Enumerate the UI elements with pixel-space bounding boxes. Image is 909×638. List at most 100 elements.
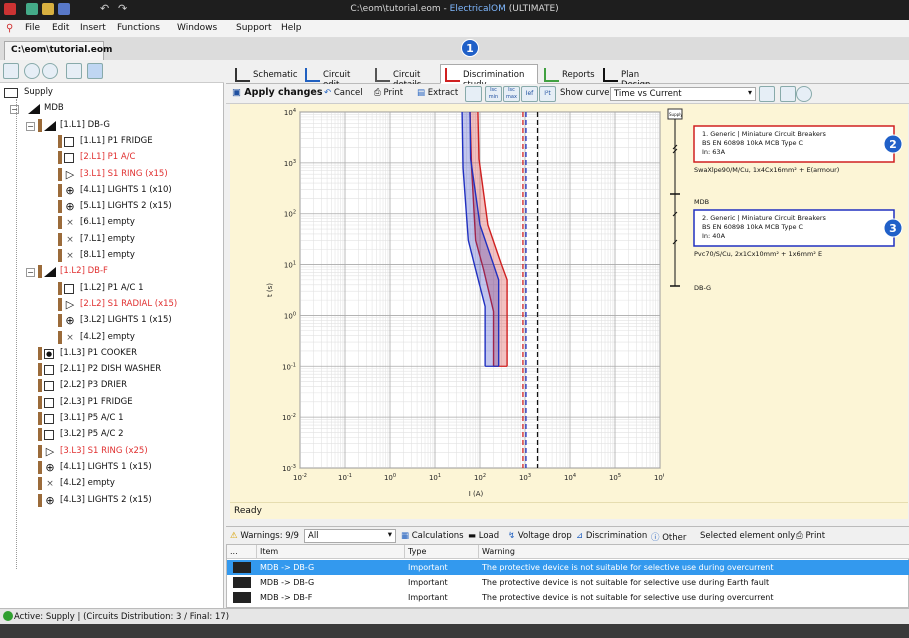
collapse-toggle[interactable]: − <box>26 268 35 278</box>
tree-node[interactable]: ▷ [3.L3] S1 RING (x25) <box>0 444 223 460</box>
switch-icon <box>38 395 42 409</box>
tree-node[interactable]: [1.L1] P1 FRIDGE <box>0 134 223 150</box>
ief-button[interactable]: Ief <box>521 86 538 102</box>
tab-circuit-details[interactable]: Circuit details <box>370 64 438 90</box>
other-filter[interactable]: ⓘ Other <box>651 531 686 543</box>
tree-node[interactable]: ⊕ [4.L1] LIGHTS 1 (x10) <box>0 183 223 199</box>
tab-schematic[interactable]: Schematic <box>230 64 298 84</box>
device-2-type: 2. Generic | Miniature Circuit Breakers <box>702 214 827 222</box>
column-header[interactable]: ... <box>227 545 257 559</box>
socket-icon: ▷ <box>45 444 55 458</box>
app-menu-icon[interactable]: ⚲ <box>6 23 13 34</box>
tab-circuit-edit[interactable]: Circuit edit <box>300 64 368 90</box>
tree-node[interactable]: ▷ [3.L1] S1 RING (x15) <box>0 167 223 183</box>
x-tick-label: 104 <box>564 473 576 482</box>
tree-node[interactable]: [1.L2] P1 A/C 1 <box>0 281 223 297</box>
load-filter[interactable]: ▬ Load <box>468 531 499 541</box>
extract-button[interactable]: ▤ Extract <box>417 88 458 98</box>
tab-reports[interactable]: Reports <box>539 64 597 84</box>
board-icon <box>233 562 251 573</box>
tree-node[interactable]: × [4.L2] empty <box>0 476 223 492</box>
zoom-icon[interactable] <box>796 86 812 102</box>
table-row[interactable]: MDB -> DB-F Important The protective dev… <box>227 590 909 605</box>
tree-node[interactable]: ⊕ [5.L1] LIGHTS 2 (x15) <box>0 199 223 215</box>
menu-functions[interactable]: Functions <box>117 23 160 33</box>
switch-icon <box>38 460 42 474</box>
tree-node[interactable]: [2.L1] P2 DISH WASHER <box>0 362 223 378</box>
tab-discrimination-study[interactable]: Discrimination study <box>440 64 538 90</box>
tree-node[interactable]: − [1.L2] DB-F <box>0 264 223 280</box>
column-header[interactable]: Item <box>257 545 405 559</box>
i2t-button[interactable]: I²t <box>539 86 556 102</box>
tree-node[interactable]: − MDB <box>0 101 223 117</box>
show-curve-select[interactable]: Time vs Current ▾ <box>610 87 756 101</box>
tree-node[interactable]: [2.L2] P3 DRIER <box>0 378 223 394</box>
swap-icon[interactable] <box>66 63 82 79</box>
settings-diamond-icon[interactable] <box>465 86 482 102</box>
warnings-toggle[interactable]: ⚠ Warnings: 9/9 <box>230 531 299 541</box>
grid-icon[interactable] <box>759 86 775 102</box>
tree-node[interactable]: [2.L3] P1 FRIDGE <box>0 395 223 411</box>
display-mode-icon[interactable] <box>87 63 103 79</box>
isc-max-button[interactable]: Isc max <box>503 86 520 102</box>
tab-plan-design[interactable]: Plan Design <box>598 64 668 90</box>
time-current-chart[interactable]: 10-210-110010110210310410510610-310-210-… <box>230 104 664 502</box>
switch-icon <box>38 428 42 442</box>
column-header[interactable]: Warning <box>479 545 909 559</box>
apply-changes-button[interactable]: ▣ Apply changes <box>232 87 322 98</box>
tree-node[interactable]: ▷ [2.L2] S1 RADIAL (x15) <box>0 297 223 313</box>
tree-node[interactable]: × [4.L2] empty <box>0 330 223 346</box>
cancel-button[interactable]: ↶ Cancel <box>324 88 363 98</box>
discrimination-toolbar: ▣ Apply changes ↶ Cancel ⎙ Print ▤ Extra… <box>226 84 909 104</box>
tree-node-label: [4.L3] LIGHTS 2 (x15) <box>60 494 152 505</box>
load-icon <box>44 365 54 376</box>
table-row[interactable]: MDB -> DB-G Important The protective dev… <box>227 575 909 590</box>
tree-node[interactable]: ● [1.L3] P1 COOKER <box>0 346 223 362</box>
menu-support[interactable]: Support <box>236 23 272 33</box>
tree-node[interactable]: ⊕ [4.L1] LIGHTS 1 (x15) <box>0 460 223 476</box>
tree-node[interactable]: Supply <box>0 85 223 101</box>
switch-icon <box>38 379 42 393</box>
calculations-filter[interactable]: ▦ Calculations <box>401 531 464 541</box>
x-tick-label: 103 <box>519 473 531 482</box>
tree-node[interactable]: [3.L1] P5 A/C 1 <box>0 411 223 427</box>
tree-guide <box>16 99 17 569</box>
collapse-toggle[interactable]: − <box>26 121 35 131</box>
load-icon <box>64 283 74 294</box>
menu-help[interactable]: Help <box>281 23 302 33</box>
menu-windows[interactable]: Windows <box>177 23 217 33</box>
voltage-drop-filter[interactable]: ↯ Voltage drop <box>508 531 572 541</box>
tree-node[interactable]: − [1.L1] DB-G <box>0 118 223 134</box>
tree-node[interactable]: × [7.L1] empty <box>0 232 223 248</box>
zoom-in-icon[interactable] <box>24 63 40 79</box>
warnings-toolbar: ⚠ Warnings: 9/9 All ▾ ▦ Calculations ▬ L… <box>226 526 909 544</box>
load-icon <box>64 153 74 164</box>
tree-node[interactable]: ⊕ [4.L3] LIGHTS 2 (x15) <box>0 493 223 509</box>
discrimination-canvas[interactable]: 10-210-110010110210310410510610-310-210-… <box>230 104 908 502</box>
tree-node[interactable]: [2.L1] P1 A/C <box>0 150 223 166</box>
tree-node[interactable]: ⊕ [3.L2] LIGHTS 1 (x15) <box>0 313 223 329</box>
menu-edit[interactable]: Edit <box>52 23 69 33</box>
fit-view-icon[interactable] <box>780 86 796 102</box>
tree-node[interactable]: × [8.L1] empty <box>0 248 223 264</box>
tree-options-icon[interactable] <box>3 63 19 79</box>
tree-node[interactable]: × [6.L1] empty <box>0 215 223 231</box>
selected-only-toggle[interactable]: Selected element only <box>700 531 795 541</box>
document-tab[interactable]: C:\eom\tutorial.eom <box>4 41 112 60</box>
zoom-out-icon[interactable] <box>42 63 58 79</box>
menu-file[interactable]: File <box>25 23 40 33</box>
warnings-print-button[interactable]: ⎙ Print <box>796 531 825 541</box>
isc-min-button[interactable]: Isc min <box>485 86 502 102</box>
column-header[interactable]: Type <box>405 545 479 559</box>
warnings-filter-select[interactable]: All ▾ <box>304 529 396 543</box>
collapse-toggle[interactable]: − <box>10 105 19 115</box>
single-line-diagram[interactable]: Supply 1. Generic | Miniature Circuit Bre… <box>664 104 908 502</box>
discrimination-filter[interactable]: ⊿ Discrimination <box>576 531 647 541</box>
table-row[interactable]: MDB -> DB-G Important The protective dev… <box>227 560 909 575</box>
print-button[interactable]: ⎙ Print <box>374 88 403 98</box>
device-1-standard: BS EN 60898 10kA MCB Type C <box>702 139 804 147</box>
menu-insert[interactable]: Insert <box>80 23 106 33</box>
tree-node[interactable]: [3.L2] P5 A/C 2 <box>0 427 223 443</box>
status-text: Active: Supply | (Circuits Distribution:… <box>14 612 230 622</box>
switch-icon <box>58 330 62 344</box>
